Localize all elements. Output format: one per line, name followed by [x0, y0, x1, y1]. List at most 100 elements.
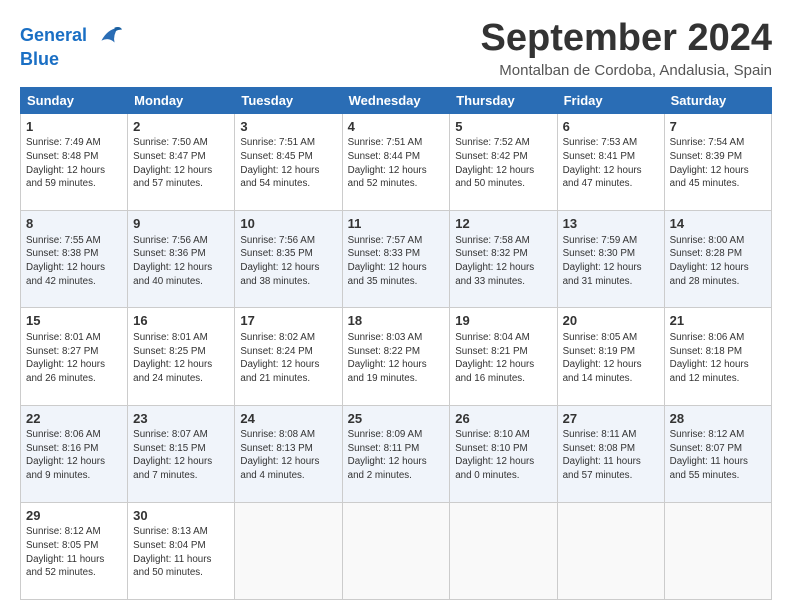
calendar-week-4: 22Sunrise: 8:06 AM Sunset: 8:16 PM Dayli… [21, 405, 772, 502]
location: Montalban de Cordoba, Andalusia, Spain [481, 62, 773, 79]
day-info: Sunrise: 8:04 AM Sunset: 8:21 PM Dayligh… [455, 331, 551, 386]
day-number: 5 [455, 118, 551, 136]
day-info: Sunrise: 8:12 AM Sunset: 8:07 PM Dayligh… [670, 428, 766, 483]
calendar-week-3: 15Sunrise: 8:01 AM Sunset: 8:27 PM Dayli… [21, 308, 772, 405]
calendar-week-1: 1Sunrise: 7:49 AM Sunset: 8:48 PM Daylig… [21, 113, 772, 210]
weekday-header-row: SundayMondayTuesdayWednesdayThursdayFrid… [21, 87, 772, 113]
day-number: 20 [563, 312, 659, 330]
day-number: 28 [670, 410, 766, 428]
day-number: 9 [133, 215, 229, 233]
calendar-cell: 28Sunrise: 8:12 AM Sunset: 8:07 PM Dayli… [664, 405, 771, 502]
calendar-cell: 8Sunrise: 7:55 AM Sunset: 8:38 PM Daylig… [21, 211, 128, 308]
calendar-cell: 11Sunrise: 7:57 AM Sunset: 8:33 PM Dayli… [342, 211, 450, 308]
calendar-cell: 27Sunrise: 8:11 AM Sunset: 8:08 PM Dayli… [557, 405, 664, 502]
logo-blue: Blue [20, 50, 122, 70]
calendar-cell: 24Sunrise: 8:08 AM Sunset: 8:13 PM Dayli… [235, 405, 342, 502]
day-info: Sunrise: 7:56 AM Sunset: 8:35 PM Dayligh… [240, 234, 336, 289]
logo-general: General [20, 25, 87, 45]
title-block: September 2024 Montalban de Cordoba, And… [481, 18, 773, 79]
day-info: Sunrise: 7:56 AM Sunset: 8:36 PM Dayligh… [133, 234, 229, 289]
day-number: 16 [133, 312, 229, 330]
calendar-cell [450, 502, 557, 599]
calendar-week-5: 29Sunrise: 8:12 AM Sunset: 8:05 PM Dayli… [21, 502, 772, 599]
day-info: Sunrise: 7:50 AM Sunset: 8:47 PM Dayligh… [133, 136, 229, 191]
day-info: Sunrise: 7:51 AM Sunset: 8:45 PM Dayligh… [240, 136, 336, 191]
day-number: 8 [26, 215, 122, 233]
calendar-cell [557, 502, 664, 599]
calendar-cell: 22Sunrise: 8:06 AM Sunset: 8:16 PM Dayli… [21, 405, 128, 502]
day-info: Sunrise: 7:57 AM Sunset: 8:33 PM Dayligh… [348, 234, 445, 289]
weekday-header-wednesday: Wednesday [342, 87, 450, 113]
day-number: 14 [670, 215, 766, 233]
day-info: Sunrise: 7:59 AM Sunset: 8:30 PM Dayligh… [563, 234, 659, 289]
calendar-cell: 14Sunrise: 8:00 AM Sunset: 8:28 PM Dayli… [664, 211, 771, 308]
weekday-header-friday: Friday [557, 87, 664, 113]
calendar-cell: 7Sunrise: 7:54 AM Sunset: 8:39 PM Daylig… [664, 113, 771, 210]
calendar-cell: 2Sunrise: 7:50 AM Sunset: 8:47 PM Daylig… [128, 113, 235, 210]
calendar-cell: 19Sunrise: 8:04 AM Sunset: 8:21 PM Dayli… [450, 308, 557, 405]
day-info: Sunrise: 8:03 AM Sunset: 8:22 PM Dayligh… [348, 331, 445, 386]
calendar-week-2: 8Sunrise: 7:55 AM Sunset: 8:38 PM Daylig… [21, 211, 772, 308]
day-info: Sunrise: 8:07 AM Sunset: 8:15 PM Dayligh… [133, 428, 229, 483]
weekday-header-thursday: Thursday [450, 87, 557, 113]
calendar-cell: 3Sunrise: 7:51 AM Sunset: 8:45 PM Daylig… [235, 113, 342, 210]
weekday-header-monday: Monday [128, 87, 235, 113]
day-info: Sunrise: 8:11 AM Sunset: 8:08 PM Dayligh… [563, 428, 659, 483]
calendar-cell [342, 502, 450, 599]
day-number: 12 [455, 215, 551, 233]
calendar-cell: 21Sunrise: 8:06 AM Sunset: 8:18 PM Dayli… [664, 308, 771, 405]
day-info: Sunrise: 7:58 AM Sunset: 8:32 PM Dayligh… [455, 234, 551, 289]
calendar-cell: 25Sunrise: 8:09 AM Sunset: 8:11 PM Dayli… [342, 405, 450, 502]
day-info: Sunrise: 8:08 AM Sunset: 8:13 PM Dayligh… [240, 428, 336, 483]
calendar-cell: 5Sunrise: 7:52 AM Sunset: 8:42 PM Daylig… [450, 113, 557, 210]
calendar-cell: 29Sunrise: 8:12 AM Sunset: 8:05 PM Dayli… [21, 502, 128, 599]
calendar-cell: 16Sunrise: 8:01 AM Sunset: 8:25 PM Dayli… [128, 308, 235, 405]
calendar-cell: 13Sunrise: 7:59 AM Sunset: 8:30 PM Dayli… [557, 211, 664, 308]
day-number: 26 [455, 410, 551, 428]
calendar-cell: 10Sunrise: 7:56 AM Sunset: 8:35 PM Dayli… [235, 211, 342, 308]
calendar-cell [235, 502, 342, 599]
calendar-cell: 6Sunrise: 7:53 AM Sunset: 8:41 PM Daylig… [557, 113, 664, 210]
day-number: 23 [133, 410, 229, 428]
day-number: 27 [563, 410, 659, 428]
weekday-header-sunday: Sunday [21, 87, 128, 113]
day-info: Sunrise: 8:10 AM Sunset: 8:10 PM Dayligh… [455, 428, 551, 483]
day-number: 6 [563, 118, 659, 136]
day-info: Sunrise: 8:09 AM Sunset: 8:11 PM Dayligh… [348, 428, 445, 483]
page: General Blue September 2024 Montalban de… [0, 0, 792, 612]
day-number: 25 [348, 410, 445, 428]
calendar-cell: 4Sunrise: 7:51 AM Sunset: 8:44 PM Daylig… [342, 113, 450, 210]
calendar-cell: 15Sunrise: 8:01 AM Sunset: 8:27 PM Dayli… [21, 308, 128, 405]
calendar-table: SundayMondayTuesdayWednesdayThursdayFrid… [20, 87, 772, 600]
day-number: 1 [26, 118, 122, 136]
calendar-cell: 12Sunrise: 7:58 AM Sunset: 8:32 PM Dayli… [450, 211, 557, 308]
weekday-header-saturday: Saturday [664, 87, 771, 113]
day-info: Sunrise: 8:06 AM Sunset: 8:16 PM Dayligh… [26, 428, 122, 483]
day-number: 11 [348, 215, 445, 233]
calendar-cell: 23Sunrise: 8:07 AM Sunset: 8:15 PM Dayli… [128, 405, 235, 502]
day-info: Sunrise: 7:54 AM Sunset: 8:39 PM Dayligh… [670, 136, 766, 191]
day-info: Sunrise: 8:01 AM Sunset: 8:27 PM Dayligh… [26, 331, 122, 386]
day-info: Sunrise: 8:12 AM Sunset: 8:05 PM Dayligh… [26, 525, 122, 580]
day-info: Sunrise: 7:49 AM Sunset: 8:48 PM Dayligh… [26, 136, 122, 191]
day-number: 17 [240, 312, 336, 330]
day-info: Sunrise: 7:53 AM Sunset: 8:41 PM Dayligh… [563, 136, 659, 191]
calendar-cell: 18Sunrise: 8:03 AM Sunset: 8:22 PM Dayli… [342, 308, 450, 405]
calendar-cell: 1Sunrise: 7:49 AM Sunset: 8:48 PM Daylig… [21, 113, 128, 210]
day-number: 3 [240, 118, 336, 136]
day-info: Sunrise: 7:52 AM Sunset: 8:42 PM Dayligh… [455, 136, 551, 191]
header: General Blue September 2024 Montalban de… [20, 18, 772, 79]
day-number: 30 [133, 507, 229, 525]
day-number: 4 [348, 118, 445, 136]
day-info: Sunrise: 8:02 AM Sunset: 8:24 PM Dayligh… [240, 331, 336, 386]
logo: General Blue [20, 22, 122, 70]
weekday-header-tuesday: Tuesday [235, 87, 342, 113]
day-info: Sunrise: 8:01 AM Sunset: 8:25 PM Dayligh… [133, 331, 229, 386]
day-number: 15 [26, 312, 122, 330]
calendar-cell: 26Sunrise: 8:10 AM Sunset: 8:10 PM Dayli… [450, 405, 557, 502]
day-number: 7 [670, 118, 766, 136]
logo-bird-icon [94, 22, 122, 50]
day-number: 10 [240, 215, 336, 233]
day-info: Sunrise: 8:00 AM Sunset: 8:28 PM Dayligh… [670, 234, 766, 289]
day-info: Sunrise: 8:05 AM Sunset: 8:19 PM Dayligh… [563, 331, 659, 386]
